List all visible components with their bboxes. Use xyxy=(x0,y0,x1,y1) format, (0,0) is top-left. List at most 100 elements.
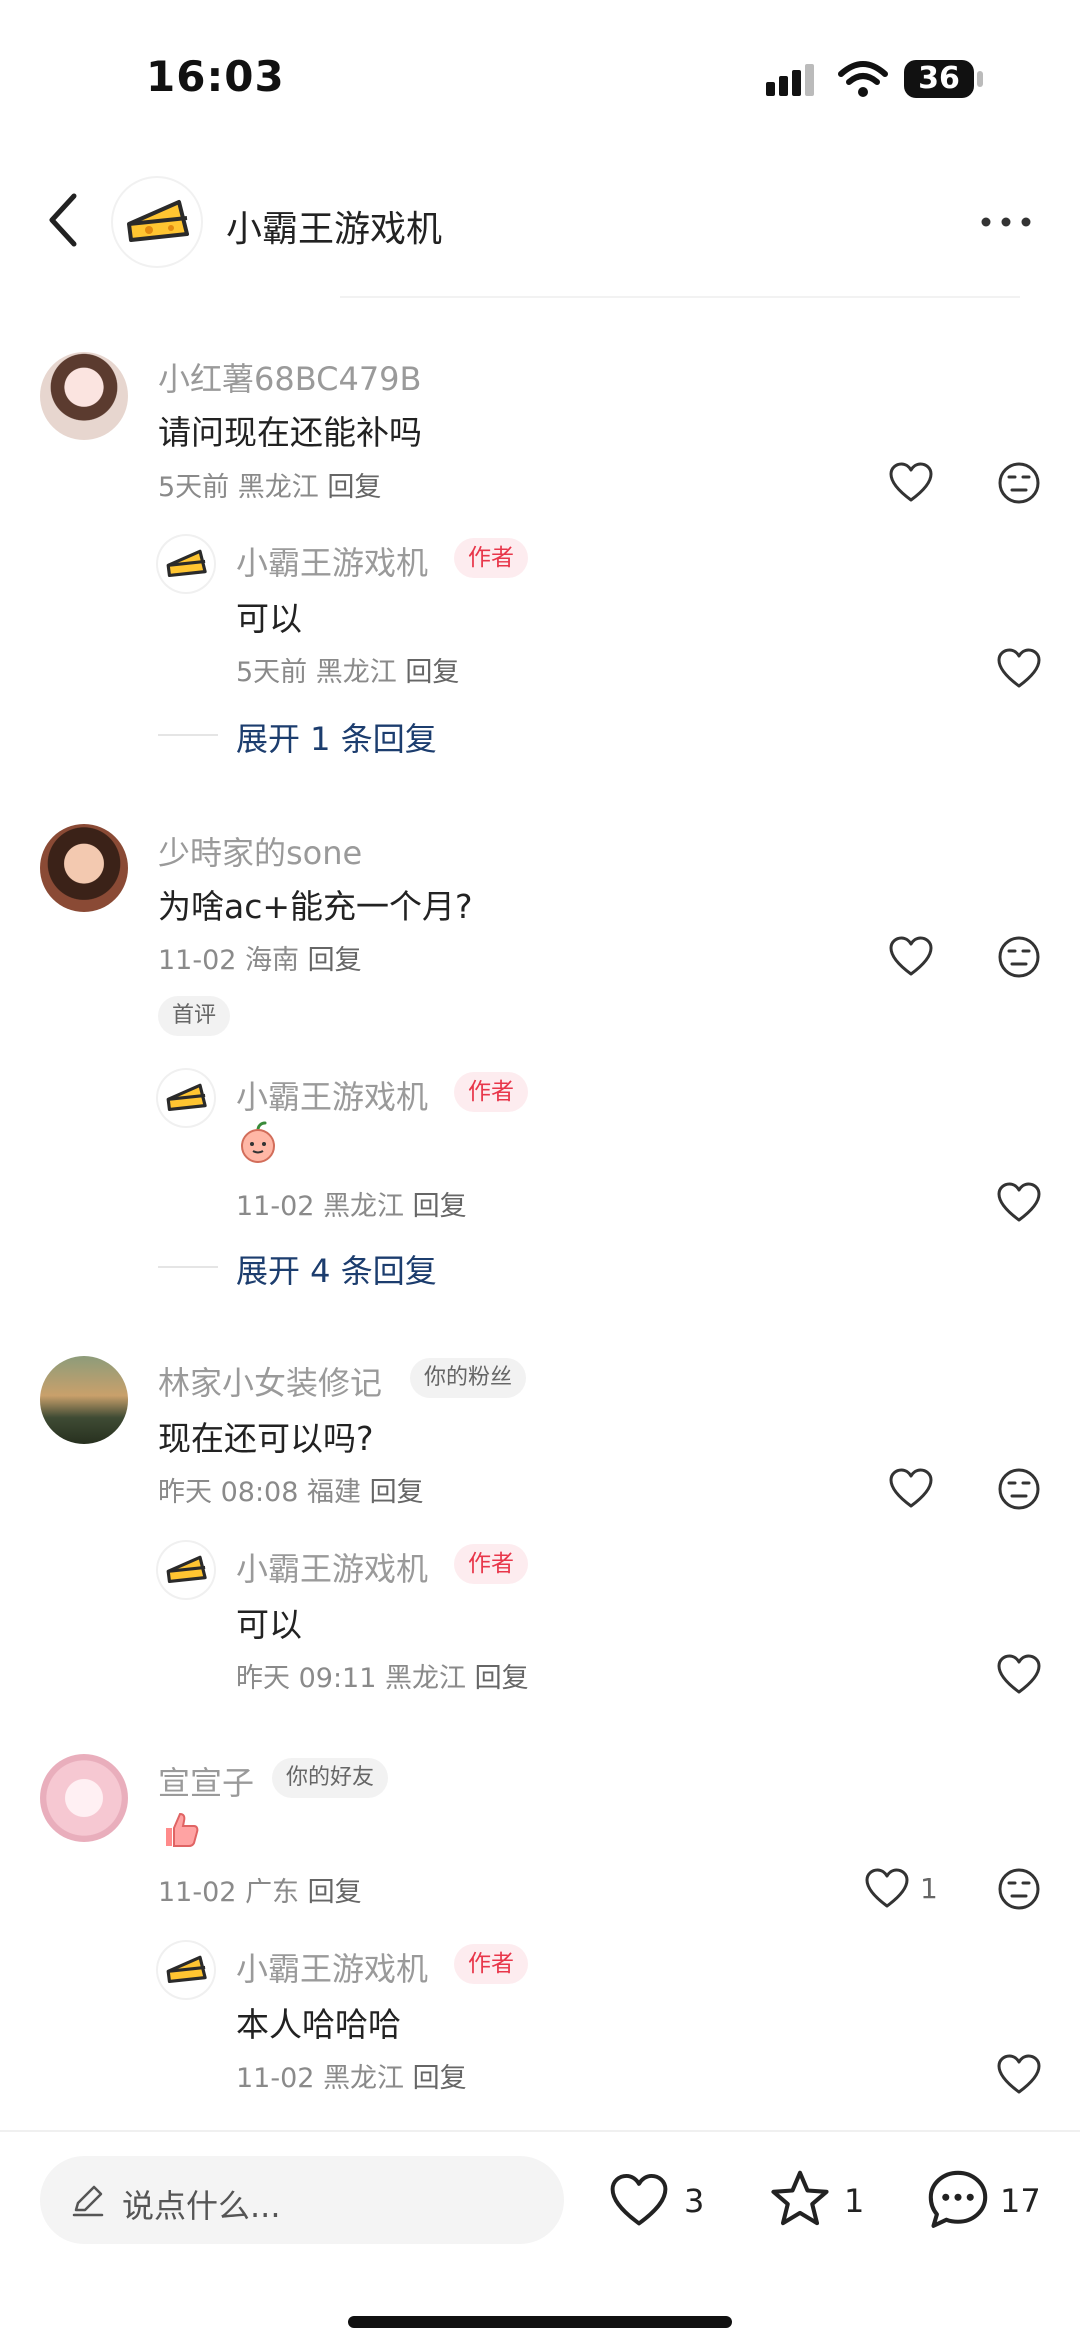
dislike-icon[interactable] xyxy=(994,932,1044,982)
reply-avatar[interactable] xyxy=(158,1070,214,1126)
fan-tag: 你的粉丝 xyxy=(410,1358,527,1398)
favorite-count: 1 xyxy=(844,2182,865,2220)
reply-time: 11-02 xyxy=(236,2063,315,2094)
commenter-avatar[interactable] xyxy=(40,1754,128,1842)
expand-replies-link[interactable]: 展开 4 条回复 xyxy=(236,1246,437,1292)
author-tag: 作者 xyxy=(454,538,528,578)
reply-button[interactable]: 回复 xyxy=(413,1191,467,1222)
like-icon[interactable] xyxy=(994,1650,1044,1700)
friend-tag: 你的好友 xyxy=(272,1758,389,1798)
wifi-icon xyxy=(838,61,888,97)
reply-location: 黑龙江 xyxy=(385,1663,466,1694)
commenter-avatar[interactable] xyxy=(40,1356,128,1444)
page-title: 小霸王游戏机 xyxy=(226,209,443,250)
comment-time: 昨天 08:08 xyxy=(158,1477,299,1508)
comment-text[interactable]: 现在还可以吗? xyxy=(158,1412,374,1460)
reply-name[interactable]: 小霸王游戏机 xyxy=(236,538,428,584)
commenter-name[interactable]: 少時家的sone xyxy=(158,828,362,874)
comment-location: 海南 xyxy=(245,945,300,976)
comment-meta: 11-02 海南 回复 xyxy=(158,938,362,977)
reply-location: 黑龙江 xyxy=(315,657,397,688)
like-count: 3 xyxy=(684,2182,705,2220)
more-icon[interactable] xyxy=(978,204,1034,240)
dislike-icon[interactable] xyxy=(994,1464,1044,1514)
dislike-icon[interactable] xyxy=(994,1864,1044,1914)
reply-text[interactable]: 可以 xyxy=(236,592,302,640)
reply-time: 5天前 xyxy=(236,657,308,688)
battery-icon: 36 xyxy=(904,60,974,98)
commenter-avatar[interactable] xyxy=(40,824,128,912)
cheese-icon xyxy=(166,549,207,578)
reply-button[interactable]: 回复 xyxy=(413,2063,467,2094)
star-icon[interactable] xyxy=(766,2166,834,2234)
reply-button[interactable]: 回复 xyxy=(327,472,381,503)
comment-icon[interactable] xyxy=(924,2166,992,2234)
header-divider xyxy=(340,296,1020,298)
comment-location: 黑龙江 xyxy=(237,472,319,503)
comment-meta: 昨天 08:08 福建 回复 xyxy=(158,1470,424,1509)
like-icon[interactable] xyxy=(994,1178,1044,1228)
cheese-icon xyxy=(166,1955,207,1984)
peach-emoji xyxy=(241,1121,275,1163)
reply-text[interactable]: 本人哈哈哈 xyxy=(236,1998,401,2046)
reply-name[interactable]: 小霸王游戏机 xyxy=(236,1944,428,1990)
bottom-divider xyxy=(0,2130,1080,2132)
commenter-name[interactable]: 小红薯68BC479B xyxy=(158,354,422,400)
battery-tip xyxy=(977,71,983,87)
like-icon[interactable] xyxy=(994,2050,1044,2100)
comment-text[interactable]: 请问现在还能补吗 xyxy=(158,406,422,454)
first-comment-badge: 首评 xyxy=(158,996,231,1036)
reply-meta: 11-02 黑龙江 回复 xyxy=(236,2056,467,2095)
reply-button[interactable]: 回复 xyxy=(475,1663,529,1694)
reply-button[interactable]: 回复 xyxy=(308,945,362,976)
like-icon[interactable] xyxy=(886,1464,936,1514)
author-avatar[interactable] xyxy=(113,178,201,266)
expand-divider xyxy=(158,1266,218,1268)
commenter-name[interactable]: 宣宣子 xyxy=(158,1758,254,1804)
status-time: 16:03 xyxy=(146,52,285,101)
reply-meta: 5天前 黑龙江 回复 xyxy=(236,650,459,689)
reply-meta: 11-02 黑龙江 回复 xyxy=(236,1184,467,1223)
reply-location: 黑龙江 xyxy=(323,1191,405,1222)
reply-button[interactable]: 回复 xyxy=(370,1477,424,1508)
like-icon[interactable] xyxy=(862,1864,912,1914)
reply-name[interactable]: 小霸王游戏机 xyxy=(236,1072,428,1118)
reply-button[interactable]: 回复 xyxy=(405,657,459,688)
reply-text[interactable]: 可以 xyxy=(236,1598,302,1646)
reply-button[interactable]: 回复 xyxy=(308,1877,362,1908)
comment-count: 17 xyxy=(1000,2182,1041,2220)
cheese-icon xyxy=(166,1555,207,1584)
reply-location: 黑龙江 xyxy=(323,2063,405,2094)
like-icon[interactable] xyxy=(886,458,936,508)
reply-avatar[interactable] xyxy=(158,536,214,592)
comment-input[interactable] xyxy=(40,2156,564,2244)
like-icon[interactable] xyxy=(886,932,936,982)
reply-avatar[interactable] xyxy=(158,1542,214,1598)
like-count: 1 xyxy=(920,1872,938,1905)
comment-meta: 5天前 黑龙江 回复 xyxy=(158,465,381,504)
signal-icon xyxy=(766,64,814,96)
dislike-icon[interactable] xyxy=(994,458,1044,508)
home-indicator[interactable] xyxy=(348,2316,732,2328)
cheese-icon xyxy=(166,1083,207,1112)
comment-time: 11-02 xyxy=(158,1877,237,1908)
author-tag: 作者 xyxy=(454,1544,528,1584)
comment-location: 福建 xyxy=(307,1477,361,1508)
comment-time: 5天前 xyxy=(158,472,230,503)
like-icon[interactable] xyxy=(606,2168,672,2234)
pencil-icon xyxy=(72,2185,104,2217)
comment-text[interactable]: 为啥ac+能充一个月? xyxy=(158,880,473,928)
reply-name[interactable]: 小霸王游戏机 xyxy=(236,1544,428,1590)
reply-time: 11-02 xyxy=(236,1191,315,1222)
commenter-name[interactable]: 林家小女装修记 xyxy=(158,1358,382,1404)
reply-avatar[interactable] xyxy=(158,1942,214,1998)
comment-input-placeholder[interactable]: 说点什么... xyxy=(122,2181,281,2227)
like-icon[interactable] xyxy=(994,644,1044,694)
expand-divider xyxy=(158,734,218,736)
cheese-icon xyxy=(127,200,189,242)
back-icon[interactable] xyxy=(40,190,84,250)
expand-replies-link[interactable]: 展开 1 条回复 xyxy=(236,714,437,760)
comment-location: 广东 xyxy=(245,1877,300,1908)
commenter-avatar[interactable] xyxy=(40,352,128,440)
reply-meta: 昨天 09:11 黑龙江 回复 xyxy=(236,1656,529,1695)
